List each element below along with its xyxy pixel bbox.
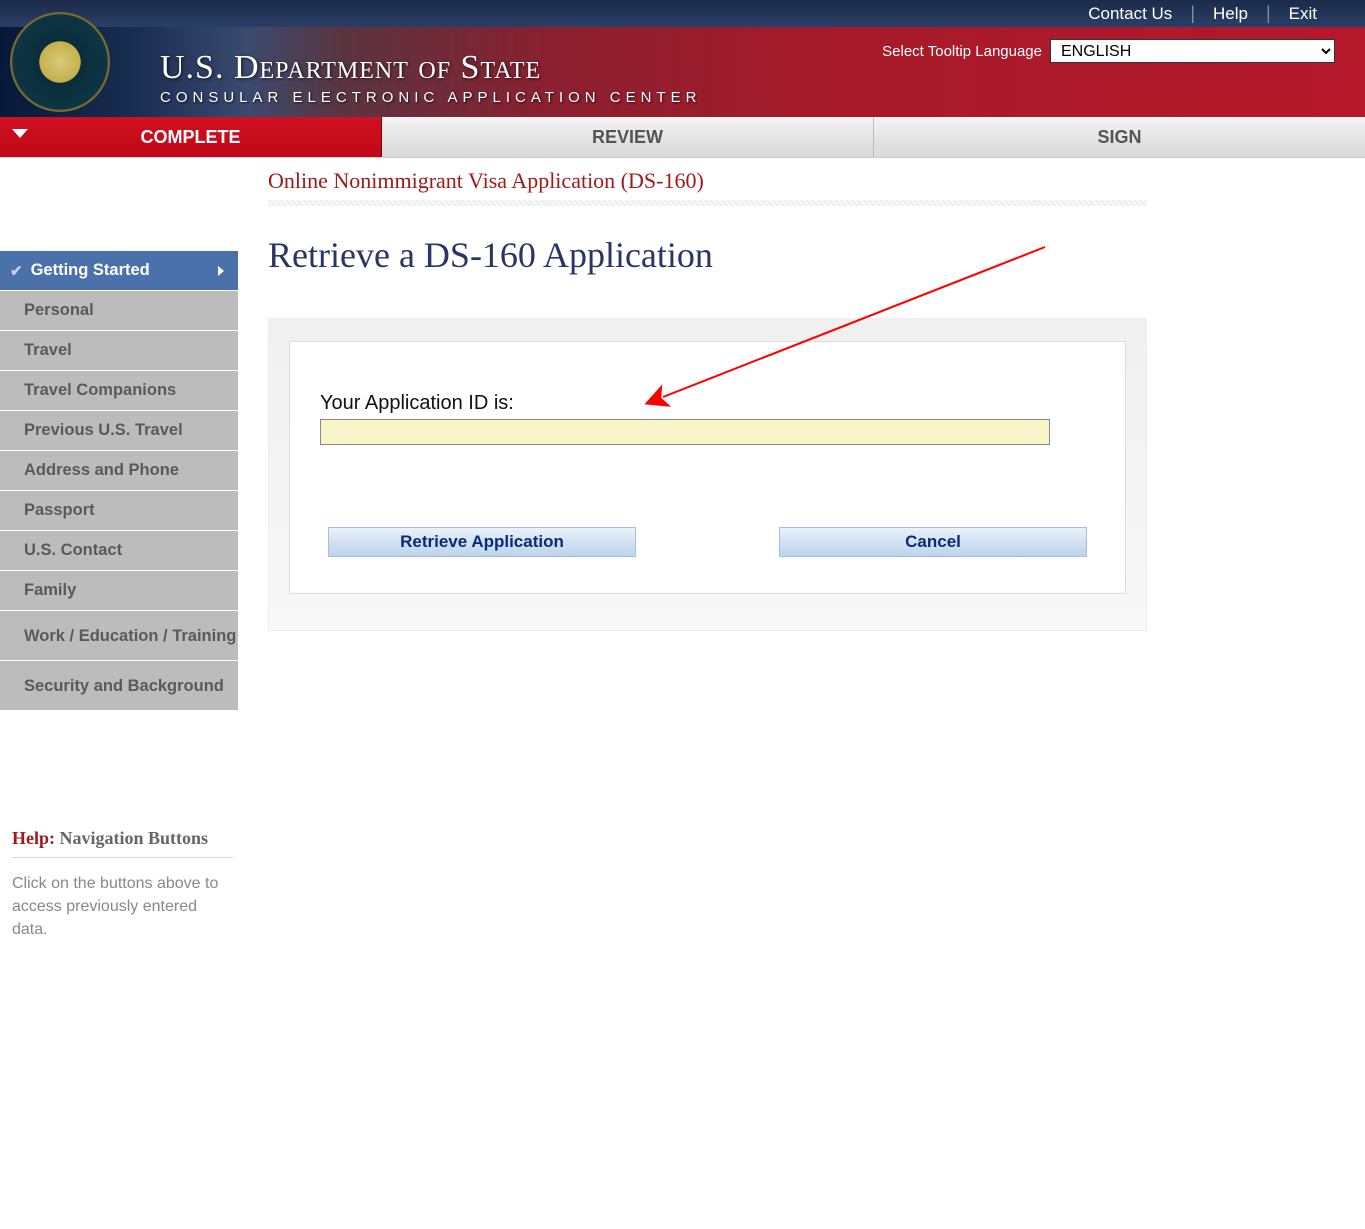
sidebar-item-family[interactable]: Family [0,571,238,611]
sidebar-item-label: Work / Education / Training [24,626,236,646]
tab-complete[interactable]: COMPLETE [0,117,382,157]
tab-review-label: REVIEW [592,127,663,148]
form-panel: Your Application ID is: Retrieve Applica… [268,318,1147,631]
button-row: Retrieve Application Cancel [320,527,1095,557]
top-utility-bar: Contact Us | Help | Exit [0,0,1365,27]
sidebar-item-label: Address and Phone [24,461,179,480]
breadcrumb: Online Nonimmigrant Visa Application (DS… [268,168,1147,200]
check-icon: ✔ [10,262,23,280]
sidebar-item-security-background[interactable]: Security and Background [0,661,238,711]
sidebar-item-label: Travel [24,341,72,360]
language-select[interactable]: ENGLISH [1050,39,1335,63]
sidebar-item-label: Personal [24,301,94,320]
sidebar-item-label: Travel Companions [24,381,176,400]
sidebar-item-travel[interactable]: Travel [0,331,238,371]
dept-sub-title: CONSULAR ELECTRONIC APPLICATION CENTER [160,89,701,106]
page-title: Retrieve a DS-160 Application [268,234,1147,276]
dept-main-title: U.S. Department of State [130,39,701,87]
sidebar-item-label: Passport [24,501,95,520]
retrieve-application-button[interactable]: Retrieve Application [328,527,636,557]
separator [268,200,1147,206]
sidebar-item-label: Family [24,581,76,600]
sidebar-item-label: Previous U.S. Travel [24,421,183,440]
state-seal-icon [10,12,110,112]
help-body: Click on the buttons above to access pre… [12,872,233,941]
caret-right-icon [218,266,224,276]
form-inner: Your Application ID is: Retrieve Applica… [289,341,1126,594]
main-tabs: COMPLETE REVIEW SIGN [0,117,1365,158]
help-subject: Navigation Buttons [55,828,208,848]
sidebar-item-getting-started[interactable]: ✔ Getting Started [0,251,238,291]
help-link[interactable]: Help [1195,4,1266,24]
dropdown-arrow-icon [12,129,28,138]
cancel-button[interactable]: Cancel [779,527,1087,557]
tab-review[interactable]: REVIEW [382,117,874,157]
application-id-label: Your Application ID is: [320,392,1095,415]
sidebar-item-label: Security and Background [24,676,224,696]
sidebar-item-us-contact[interactable]: U.S. Contact [0,531,238,571]
tab-sign[interactable]: SIGN [874,117,1365,157]
sidebar-item-personal[interactable]: Personal [0,291,238,331]
exit-link[interactable]: Exit [1271,4,1335,24]
sidebar: ✔ Getting Started Personal Travel Travel… [0,158,238,953]
application-id-input[interactable] [320,419,1050,445]
sidebar-item-label: U.S. Contact [24,541,122,560]
sidebar-item-travel-companions[interactable]: Travel Companions [0,371,238,411]
sidebar-item-address-phone[interactable]: Address and Phone [0,451,238,491]
help-title: Help: Navigation Buttons [12,828,233,858]
help-label: Help: [12,828,55,848]
help-box: Help: Navigation Buttons Click on the bu… [0,816,245,953]
sidebar-item-label: Getting Started [31,261,150,280]
main-content: Online Nonimmigrant Visa Application (DS… [238,158,1147,953]
department-title: U.S. Department of State CONSULAR ELECTR… [130,39,701,106]
language-selector: Select Tooltip Language ENGLISH [882,39,1335,63]
contact-us-link[interactable]: Contact Us [1070,4,1190,24]
tab-complete-label: COMPLETE [140,127,240,148]
header-banner: U.S. Department of State CONSULAR ELECTR… [0,27,1365,117]
language-label: Select Tooltip Language [882,43,1042,60]
sidebar-item-previous-us-travel[interactable]: Previous U.S. Travel [0,411,238,451]
sidebar-item-passport[interactable]: Passport [0,491,238,531]
sidebar-item-work-education[interactable]: Work / Education / Training [0,611,238,661]
tab-sign-label: SIGN [1097,127,1141,148]
